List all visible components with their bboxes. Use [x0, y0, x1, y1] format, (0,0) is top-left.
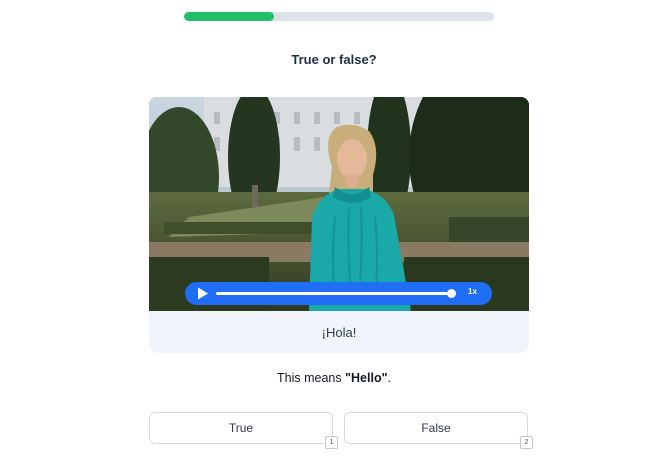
- play-icon[interactable]: [197, 287, 209, 300]
- video-frame: [149, 97, 529, 311]
- translation-prefix: This means: [277, 371, 346, 385]
- caption-text: ¡Hola!: [321, 324, 357, 340]
- video-scrubber-track[interactable]: [216, 292, 456, 295]
- video-player[interactable]: 1x: [149, 97, 529, 311]
- true-answer-button[interactable]: True 1: [149, 412, 338, 449]
- true-answer-label: True: [228, 421, 254, 435]
- shortcut-key-2: 2: [520, 436, 533, 449]
- playback-speed-button[interactable]: 1x: [468, 287, 477, 296]
- lesson-progress-fill: [184, 12, 274, 21]
- shortcut-key-1: 1: [325, 436, 338, 449]
- translation-term: "Hello": [345, 371, 388, 385]
- false-answer-button[interactable]: False 2: [344, 412, 533, 449]
- video-caption: ¡Hola!: [149, 311, 529, 353]
- false-answer-label: False: [421, 421, 451, 435]
- translation-suffix: .: [387, 371, 391, 385]
- lesson-progress-bar: [184, 12, 494, 21]
- video-scrubber-handle[interactable]: [446, 289, 456, 298]
- question-prompt: True or false?: [291, 52, 377, 67]
- translation-hint: This means "Hello".: [0, 371, 668, 385]
- video-controls: 1x: [185, 282, 492, 305]
